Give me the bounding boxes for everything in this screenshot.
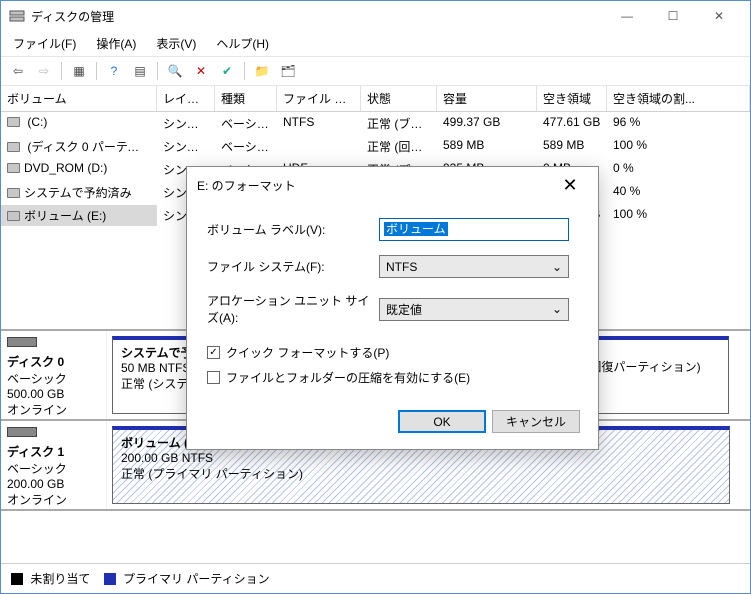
help-icon[interactable]: ? (103, 60, 125, 82)
close-button[interactable]: ✕ (696, 1, 742, 31)
volume-row[interactable]: (C:)シンプルベーシックNTFS正常 (ブート...499.37 GB477.… (1, 112, 750, 135)
menubar: ファイル(F) 操作(A) 表示(V) ヘルプ(H) (1, 31, 750, 56)
col-fs[interactable]: ファイル システム (277, 86, 361, 111)
drive-icon (7, 163, 20, 173)
volume-label-input[interactable]: ボリューム (379, 218, 569, 241)
checkbox-unchecked-icon (207, 371, 220, 384)
volume-row[interactable]: (ディスク 0 パーティシ...シンプルベーシック正常 (回復...589 MB… (1, 135, 750, 158)
col-type[interactable]: 種類 (215, 86, 277, 111)
ok-button[interactable]: OK (398, 410, 486, 433)
filesystem-value: NTFS (386, 260, 417, 274)
legend-swatch-primary (104, 573, 116, 585)
col-percent[interactable]: 空き領域の割... (607, 86, 750, 111)
delete-icon[interactable]: ✕ (190, 60, 212, 82)
col-volume[interactable]: ボリューム (1, 86, 157, 111)
format-dialog: E: のフォーマット ✕ ボリューム ラベル(V): ボリューム ファイル シス… (186, 166, 599, 450)
titlebar[interactable]: ディスクの管理 — ☐ ✕ (1, 1, 750, 31)
allocation-select[interactable]: 既定値 ⌄ (379, 298, 569, 321)
legend: 未割り当て プライマリ パーティション (1, 563, 750, 593)
check-icon[interactable]: ✔ (216, 60, 238, 82)
cancel-button[interactable]: キャンセル (492, 410, 580, 433)
minimize-button[interactable]: — (604, 1, 650, 31)
quick-format-label: クイック フォーマットする(P) (226, 344, 389, 361)
filesystem-label: ファイル システム(F): (207, 258, 379, 275)
window-title: ディスクの管理 (31, 8, 604, 25)
grid-icon[interactable]: ▦ (68, 60, 90, 82)
quick-format-checkbox[interactable]: ✓ クイック フォーマットする(P) (207, 344, 578, 361)
col-status[interactable]: 状態 (361, 86, 437, 111)
list-icon[interactable]: ▤ (129, 60, 151, 82)
toolbar: ⇦ ⇨ ▦ ? ▤ 🔍 ✕ ✔ 📁 🗂 (1, 56, 750, 86)
dialog-title: E: のフォーマット (197, 177, 552, 194)
col-capacity[interactable]: 容量 (437, 86, 537, 111)
menu-view[interactable]: 表示(V) (152, 33, 200, 54)
drive-icon (7, 142, 20, 152)
volume-label-value: ボリューム (384, 222, 448, 236)
search-icon[interactable]: 🔍 (164, 60, 186, 82)
app-icon (9, 8, 25, 24)
maximize-button[interactable]: ☐ (650, 1, 696, 31)
col-free[interactable]: 空き領域 (537, 86, 607, 111)
volume-label-label: ボリューム ラベル(V): (207, 221, 379, 238)
menu-action[interactable]: 操作(A) (92, 33, 140, 54)
open-icon[interactable]: 🗂 (277, 60, 299, 82)
legend-unalloc: 未割り当て (30, 572, 90, 586)
disk-icon (7, 337, 37, 347)
disk-info: ディスク 1ベーシック200.00 GBオンライン (1, 421, 107, 509)
drive-icon (7, 117, 20, 127)
drive-icon (7, 211, 20, 221)
list-header[interactable]: ボリューム レイアウト 種類 ファイル システム 状態 容量 空き領域 空き領域… (1, 86, 750, 112)
chevron-down-icon: ⌄ (552, 260, 562, 274)
menu-help[interactable]: ヘルプ(H) (212, 33, 273, 54)
back-icon[interactable]: ⇦ (7, 60, 29, 82)
dialog-close-button[interactable]: ✕ (552, 175, 588, 196)
disk-info: ディスク 0ベーシック500.00 GBオンライン (1, 331, 107, 419)
checkbox-checked-icon: ✓ (207, 346, 220, 359)
allocation-label: アロケーション ユニット サイズ(A): (207, 292, 379, 326)
forward-icon[interactable]: ⇨ (33, 60, 55, 82)
filesystem-select[interactable]: NTFS ⌄ (379, 255, 569, 278)
menu-file[interactable]: ファイル(F) (9, 33, 80, 54)
compression-label: ファイルとフォルダーの圧縮を有効にする(E) (226, 369, 470, 386)
disk-icon (7, 427, 37, 437)
chevron-down-icon: ⌄ (552, 302, 562, 316)
compression-checkbox[interactable]: ファイルとフォルダーの圧縮を有効にする(E) (207, 369, 578, 386)
col-layout[interactable]: レイアウト (157, 86, 215, 111)
allocation-value: 既定値 (386, 301, 422, 318)
drive-icon (7, 188, 20, 198)
legend-primary: プライマリ パーティション (123, 572, 270, 586)
new-folder-icon[interactable]: 📁 (251, 60, 273, 82)
legend-swatch-unalloc (11, 573, 23, 585)
